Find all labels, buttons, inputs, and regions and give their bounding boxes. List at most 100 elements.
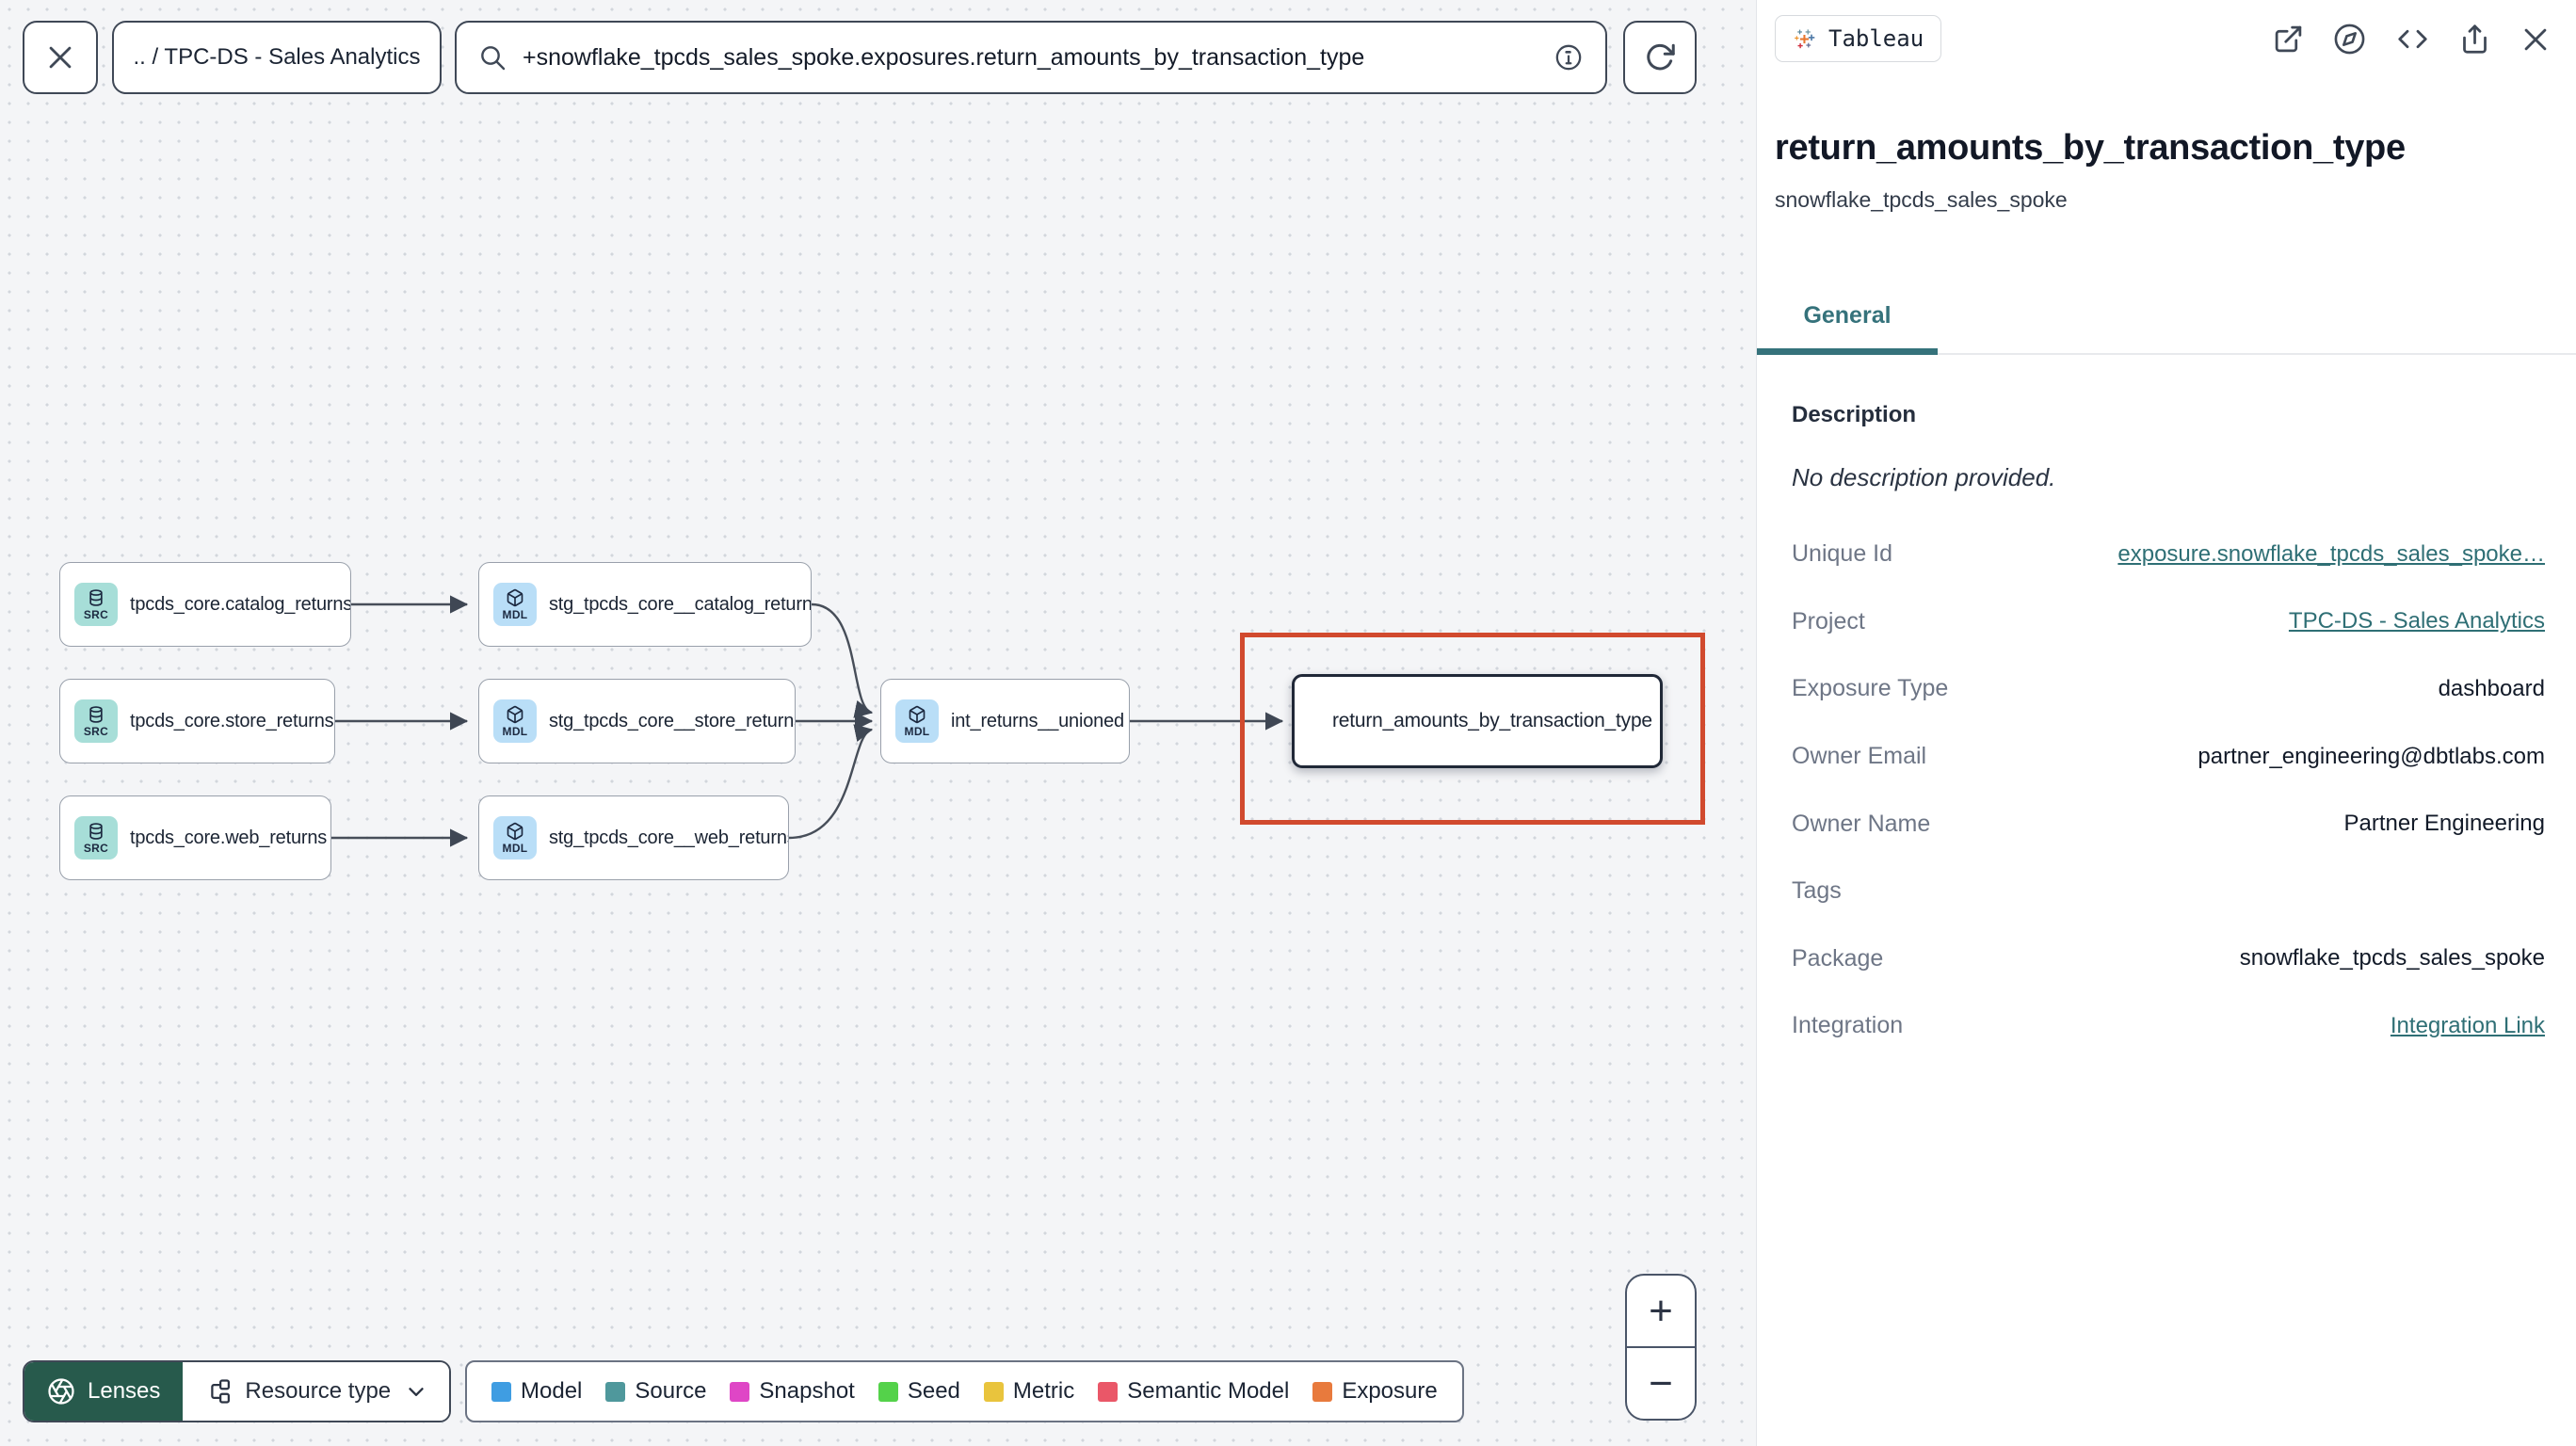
model-badge: MDL [493, 583, 537, 626]
zoom-in-button[interactable]: + [1627, 1276, 1695, 1348]
node-label: stg_tpcds_core__web_returns [549, 827, 789, 848]
cube-icon [507, 822, 523, 841]
metric-color-swatch [983, 1381, 1004, 1402]
dbt-explorer-lineage-view: .. / TPC-DS - Sales Analytics SRC tpcds_… [0, 0, 2576, 1446]
unique-id-link[interactable]: exposure.snowflake_tpcds_sales_spoke… [2117, 541, 2545, 568]
description-empty-text: No description provided. [1792, 463, 2056, 491]
open-external-icon[interactable] [2273, 24, 2304, 55]
detail-fields: Unique Id exposure.snowflake_tpcds_sales… [1792, 521, 2545, 1060]
project-link[interactable]: TPC-DS - Sales Analytics [2289, 608, 2545, 635]
source-badge: SRC [74, 699, 118, 743]
breadcrumb-label: .. / TPC-DS - Sales Analytics [133, 44, 421, 70]
breadcrumb[interactable]: .. / TPC-DS - Sales Analytics [112, 21, 442, 94]
field-row-tags: Tags [1792, 877, 1842, 905]
field-row-package: Package snowflake_tpcds_sales_spoke [1792, 944, 2545, 972]
database-icon [89, 823, 103, 840]
close-panel-icon[interactable] [2520, 24, 2552, 56]
lineage-node-int-returns-unioned[interactable]: MDL int_returns__unioned [880, 679, 1130, 763]
description-heading: Description [1792, 402, 1917, 427]
legend-item-metric: Metric [983, 1378, 1074, 1405]
owner-name-value: Partner Engineering [2343, 811, 2545, 837]
refresh-icon [1647, 43, 1675, 71]
tab-general[interactable]: General [1757, 292, 1938, 355]
hierarchy-icon [211, 1379, 231, 1404]
lineage-node-source-catalog-returns[interactable]: SRC tpcds_core.catalog_returns [59, 562, 351, 647]
refresh-lineage-button[interactable] [1623, 21, 1697, 94]
panel-tabs: General [1757, 292, 2576, 355]
close-icon [49, 46, 72, 69]
model-color-swatch [491, 1381, 511, 1402]
code-icon[interactable] [2395, 24, 2430, 55]
model-badge: MDL [493, 816, 537, 860]
zoom-controls: + − [1625, 1274, 1697, 1421]
resource-title: return_amounts_by_transaction_type [1775, 128, 2406, 168]
legend-item-exposure: Exposure [1312, 1378, 1438, 1405]
share-icon[interactable] [2459, 24, 2490, 55]
exposure-type-value: dashboard [2438, 675, 2545, 701]
exposure-color-swatch [1312, 1381, 1333, 1402]
snapshot-color-swatch [730, 1381, 750, 1402]
field-row-owner-email: Owner Email partner_engineering@dbtlabs.… [1792, 743, 2545, 770]
canvas-footer-controls: Lenses Resource type [23, 1360, 452, 1422]
lineage-search[interactable] [455, 21, 1607, 94]
tableau-icon [1793, 26, 1817, 51]
legend-item-semantic-model: Semantic Model [1098, 1378, 1289, 1405]
node-label: tpcds_core.web_returns [130, 827, 328, 848]
database-icon [89, 706, 103, 723]
database-icon [89, 589, 103, 606]
lineage-node-stg-web-returns[interactable]: MDL stg_tpcds_core__web_returns [478, 795, 789, 880]
model-badge: MDL [493, 699, 537, 743]
panel-action-icons [2273, 23, 2552, 56]
lineage-node-source-web-returns[interactable]: SRC tpcds_core.web_returns [59, 795, 331, 880]
semantic-model-color-swatch [1098, 1381, 1119, 1402]
model-badge: MDL [895, 699, 939, 743]
resource-package-subtitle: snowflake_tpcds_sales_spoke [1775, 187, 2068, 212]
node-label: return_amounts_by_transaction_type [1332, 710, 1652, 731]
tool-badge-label: Tableau [1828, 25, 1924, 52]
node-label: stg_tpcds_core__store_returns [549, 710, 796, 731]
lineage-canvas[interactable]: .. / TPC-DS - Sales Analytics SRC tpcds_… [0, 0, 1757, 1446]
source-badge: SRC [74, 816, 118, 860]
field-row-unique-id: Unique Id exposure.snowflake_tpcds_sales… [1792, 540, 2545, 568]
info-icon[interactable] [1553, 41, 1585, 73]
cube-icon [507, 705, 523, 724]
cube-icon [909, 705, 926, 724]
seed-color-swatch [877, 1381, 898, 1402]
legend-item-snapshot: Snapshot [730, 1378, 855, 1405]
package-value: snowflake_tpcds_sales_spoke [2239, 945, 2545, 972]
resource-type-label: Resource type [245, 1378, 392, 1404]
lenses-button[interactable]: Lenses [24, 1362, 184, 1421]
zoom-out-button[interactable]: − [1627, 1348, 1695, 1419]
resource-details-panel: Tableau return_amounts_by_transaction_ty… [1757, 0, 2576, 1446]
explore-compass-icon[interactable] [2333, 23, 2366, 56]
integration-link[interactable]: Integration Link [2391, 1013, 2545, 1039]
legend-item-model: Model [491, 1378, 582, 1405]
field-row-integration: Integration Integration Link [1792, 1012, 2545, 1039]
legend-item-source: Source [605, 1378, 706, 1405]
lineage-node-source-store-returns[interactable]: SRC tpcds_core.store_returns [59, 679, 335, 763]
lenses-label: Lenses [88, 1378, 161, 1404]
search-icon [481, 46, 506, 71]
lineage-node-exposure-return-amounts[interactable]: return_amounts_by_transaction_type [1292, 674, 1663, 768]
search-input[interactable] [523, 43, 1538, 72]
legend-item-seed: Seed [877, 1378, 960, 1405]
node-label: int_returns__unioned [951, 710, 1124, 731]
field-row-owner-name: Owner Name Partner Engineering [1792, 810, 2545, 837]
resource-type-dropdown[interactable]: Resource type [183, 1362, 450, 1421]
panel-general-content: Description No description provided. Uni… [1757, 355, 2576, 1060]
tool-badge-tableau: Tableau [1775, 15, 1942, 62]
source-badge: SRC [74, 583, 118, 626]
chevron-down-icon [409, 1388, 424, 1396]
field-row-exposure-type: Exposure Type dashboard [1792, 675, 2545, 702]
close-lineage-button[interactable] [23, 21, 98, 94]
cube-icon [507, 588, 523, 607]
source-color-swatch [605, 1381, 626, 1402]
resource-type-legend: Model Source Snapshot Seed Metric Semant… [465, 1360, 1464, 1422]
owner-email-value: partner_engineering@dbtlabs.com [2198, 743, 2545, 769]
lineage-node-stg-catalog-returns[interactable]: MDL stg_tpcds_core__catalog_returns [478, 562, 812, 647]
node-label: tpcds_core.store_returns [130, 710, 334, 731]
node-label: stg_tpcds_core__catalog_returns [549, 593, 812, 615]
aperture-icon [48, 1378, 74, 1405]
lineage-node-stg-store-returns[interactable]: MDL stg_tpcds_core__store_returns [478, 679, 796, 763]
node-label: tpcds_core.catalog_returns [130, 593, 351, 615]
